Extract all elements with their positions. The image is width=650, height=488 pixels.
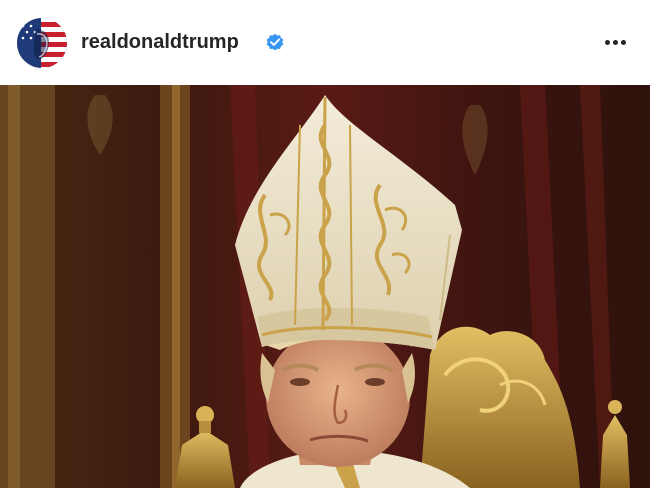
more-horizontal-icon [604, 39, 610, 45]
pope-portrait-image-icon [0, 85, 650, 488]
more-options-button[interactable] [599, 28, 631, 56]
avatar[interactable] [17, 18, 67, 68]
american-flag-portrait-avatar-icon [17, 18, 67, 68]
post-image[interactable] [0, 85, 650, 488]
username[interactable]: realdonaldtrump [81, 31, 239, 54]
verified-badge-icon [266, 33, 284, 51]
post-header: realdonaldtrump [0, 0, 650, 85]
